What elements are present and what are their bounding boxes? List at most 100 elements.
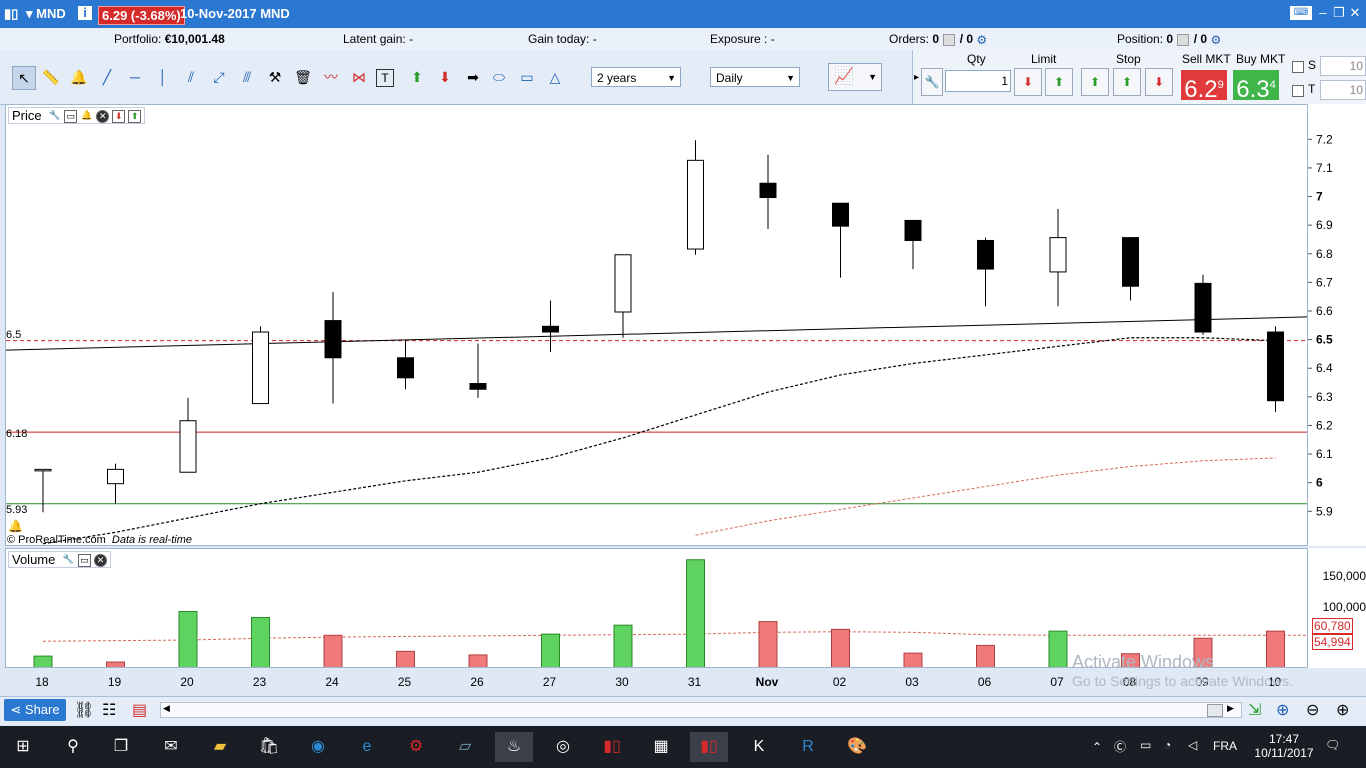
autoscroll-icon[interactable]: ⇲ [1248, 700, 1261, 720]
bell-icon[interactable]: 🔔 [80, 110, 93, 123]
keyboard-icon[interactable]: ⌨ [1290, 6, 1312, 20]
limit-buy-button[interactable]: ⬆ [1045, 68, 1073, 96]
paint-icon[interactable]: 🎨 [842, 732, 872, 762]
window-icon[interactable]: ▭ [64, 110, 78, 124]
list-icon[interactable]: ☷ [102, 700, 116, 720]
app-k-icon[interactable]: K [744, 732, 774, 762]
text-tool-icon[interactable]: T [376, 69, 394, 87]
browser-icon[interactable]: ◉ [303, 732, 333, 762]
sell-market-button[interactable]: 6.29 [1181, 70, 1227, 103]
price-axis[interactable]: 7.2 7.1 7 6.9 6.8 6.7 6.6 6.5 6.4 6.3 6.2 6.1 6 5.9 [1308, 104, 1366, 546]
close-icon[interactable]: ✕ [94, 554, 107, 568]
orders-info[interactable]: Orders: 0 / 0 ⚙ [889, 32, 987, 47]
mail-icon[interactable]: ✉ [156, 732, 186, 762]
vertical-line-icon[interactable]: │ [152, 66, 174, 88]
steam-icon[interactable]: ♨ [495, 732, 533, 762]
alert-bell-icon[interactable]: 🔔 [8, 519, 23, 533]
tray-chevron-icon[interactable]: ⌃ [1092, 740, 1102, 754]
chart-type-select[interactable]: 📈 ▼ [828, 63, 882, 91]
move-down-icon[interactable]: ⬇ [112, 110, 126, 124]
zoom-out-icon[interactable]: ⊖ [1306, 700, 1319, 720]
ellipse-icon[interactable]: ⬭ [488, 66, 510, 88]
indicators-icon[interactable]: ▤ [132, 700, 147, 720]
file-explorer-icon[interactable]: ▰ [205, 732, 235, 762]
link-icon[interactable]: ⛓ [74, 700, 94, 720]
triangle-icon[interactable]: △ [544, 66, 566, 88]
chrome-icon[interactable]: ◎ [548, 732, 578, 762]
stop-order-button-1[interactable]: ⬆ [1081, 68, 1109, 96]
close-position-icon[interactable] [1177, 33, 1190, 46]
horizontal-scrollbar[interactable]: ◀ ▶ [160, 702, 1242, 718]
prorealtime-icon[interactable]: ▮▯ [597, 732, 627, 762]
limit-sell-button[interactable]: ⬇ [1014, 68, 1042, 96]
alert-bell-icon[interactable]: 🔔 [68, 66, 90, 88]
volume-chart-panel[interactable]: Volume 🔧 ▭ ✕ [5, 548, 1308, 668]
price-chart-panel[interactable]: Price 🔧 ▭ 🔔 ✕ ⬇ ⬆ 6.5 6.18 5.93 🔔 © ProRealTi… [5, 104, 1308, 546]
period-select[interactable]: 2 years ▼ [591, 67, 681, 87]
rectangle-icon[interactable]: ▭ [516, 66, 538, 88]
move-up-icon[interactable]: ⬆ [128, 110, 142, 124]
trendline-icon[interactable]: ╱ [96, 66, 118, 88]
start-icon[interactable]: ⊞ [8, 732, 38, 762]
scroll-right-icon[interactable]: ▶ [1227, 703, 1234, 714]
trash-icon[interactable]: 🗑 [292, 66, 314, 88]
hammer-icon[interactable]: ⚒ [264, 66, 286, 88]
interval-select[interactable]: Daily ▼ [710, 67, 800, 87]
right-arrow-icon[interactable]: ➡ [462, 66, 484, 88]
pattern-icon[interactable]: ⋈ [348, 66, 370, 88]
close-icon[interactable]: ✕ [96, 110, 110, 124]
gear-icon[interactable]: ⚙ [976, 33, 987, 47]
calculator-icon[interactable]: ▦ [646, 732, 676, 762]
sell-arrow-icon[interactable]: ⬇ [434, 66, 456, 88]
clock[interactable]: 17:47 10/11/2017 [1252, 732, 1316, 760]
wifi-icon[interactable]: ◔ [1164, 738, 1171, 752]
volume-axis[interactable]: 150,000 100,000 60,780 54,994 [1308, 548, 1366, 668]
gear-icon[interactable]: ⚙ [1210, 33, 1221, 47]
store-icon[interactable]: 🛍 [254, 732, 284, 762]
app-note-icon[interactable]: ▱ [450, 732, 480, 762]
language-indicator[interactable]: FRA [1213, 739, 1237, 753]
battery-icon[interactable]: ▭ [1140, 738, 1151, 752]
scroll-left-icon[interactable]: ◀ [163, 703, 170, 714]
position-info[interactable]: Position: 0 / 0 ⚙ [1117, 32, 1221, 47]
wrench-icon[interactable]: 🔧 [921, 68, 943, 96]
share-button[interactable]: ⋖ Share [4, 699, 66, 721]
volume-icon[interactable]: ◁ [1188, 738, 1197, 752]
task-view-icon[interactable]: ❐ [106, 732, 136, 762]
window-icon[interactable]: ▭ [78, 554, 91, 568]
fibonacci-icon[interactable]: ⫻ [236, 66, 258, 88]
pointer-icon[interactable]: ↖ [12, 66, 36, 90]
t-input[interactable] [1320, 80, 1366, 100]
notification-icon[interactable]: 🗨 [1325, 738, 1340, 752]
s-checkbox[interactable] [1292, 61, 1304, 73]
s-input[interactable] [1320, 56, 1366, 76]
ruler-icon[interactable]: 📏 [40, 66, 62, 88]
buy-market-button[interactable]: 6.34 [1233, 70, 1279, 103]
tray-app-icon[interactable]: Ⓒ [1114, 738, 1126, 755]
collapse-arrow-icon[interactable]: ▸ [914, 72, 919, 83]
qty-input[interactable] [945, 70, 1011, 92]
zigzag-icon[interactable]: 〰 [320, 66, 342, 88]
symbol-selector[interactable]: ▾ MND [26, 6, 66, 22]
stop-order-button-3[interactable]: ⬇ [1145, 68, 1173, 96]
stop-order-button-2[interactable]: ⬆ [1113, 68, 1141, 96]
scroll-thumb[interactable] [1207, 704, 1223, 717]
extended-line-icon[interactable]: ⤢ [208, 66, 230, 88]
search-icon[interactable]: ⚲ [58, 732, 88, 762]
edge-icon[interactable]: e [352, 732, 382, 762]
zoom-in-icon[interactable]: ⊕ [1336, 700, 1349, 720]
info-icon[interactable]: i [78, 6, 92, 20]
app-icon[interactable]: ▮▯ [4, 6, 18, 22]
buy-arrow-icon[interactable]: ⬆ [406, 66, 428, 88]
app-r-icon[interactable]: R [793, 732, 823, 762]
zoom-fit-icon[interactable]: ⊕ [1276, 700, 1289, 720]
wrench-icon[interactable]: 🔧 [48, 110, 61, 123]
cancel-orders-icon[interactable] [943, 33, 956, 46]
prorealtime-active-icon[interactable]: ▮▯ [690, 732, 728, 762]
t-checkbox[interactable] [1292, 85, 1304, 97]
channel-icon[interactable]: ⫽ [180, 66, 202, 88]
close-button[interactable]: ✕ [1346, 6, 1364, 20]
app-red-icon[interactable]: ⚙ [401, 732, 431, 762]
wrench-icon[interactable]: 🔧 [62, 554, 75, 567]
horizontal-line-icon[interactable]: ─ [124, 66, 146, 88]
